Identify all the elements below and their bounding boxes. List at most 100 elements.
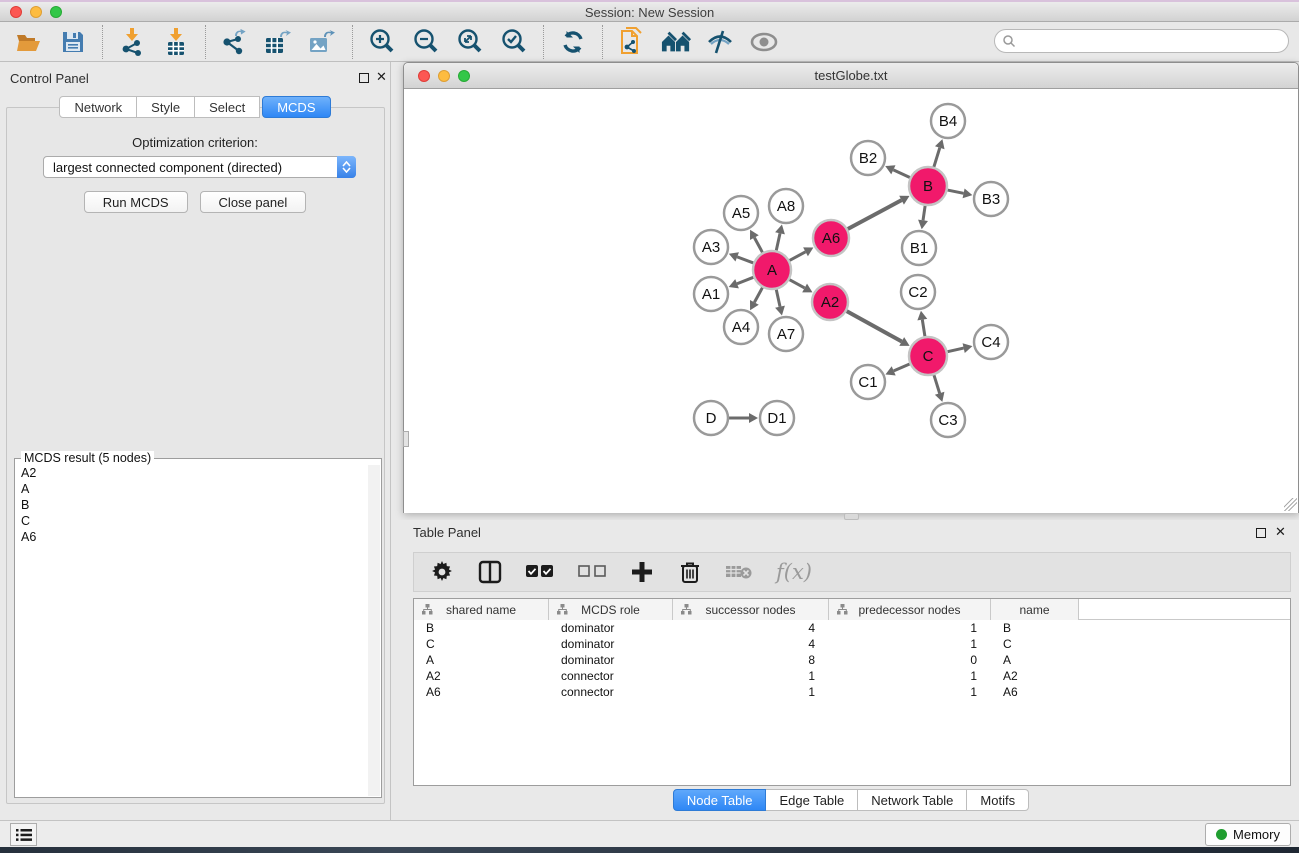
zoom-selected-icon[interactable]: [499, 27, 529, 57]
select-all-columns-icon[interactable]: [526, 559, 554, 585]
zoom-fit-icon[interactable]: [455, 27, 485, 57]
table-cell[interactable]: A2: [414, 668, 549, 684]
table-row[interactable]: Cdominator41C: [414, 636, 1290, 652]
tab-network-table[interactable]: Network Table: [858, 789, 967, 811]
horizontal-splitter-handle[interactable]: [844, 513, 859, 520]
graph-node-A1[interactable]: A1: [694, 277, 728, 311]
table-cell[interactable]: 1: [829, 636, 991, 652]
run-mcds-button[interactable]: Run MCDS: [84, 191, 188, 213]
edge-A-A4[interactable]: [754, 288, 762, 303]
table-cell[interactable]: A6: [414, 684, 549, 700]
edge-A2-C[interactable]: [847, 311, 902, 341]
column-header-shared-name[interactable]: shared name: [414, 599, 549, 620]
refresh-icon[interactable]: [558, 27, 588, 57]
zoom-in-icon[interactable]: [367, 27, 397, 57]
graph-node-B2[interactable]: B2: [851, 141, 885, 175]
table-cell[interactable]: connector: [549, 668, 673, 684]
table-row[interactable]: A2connector11A2: [414, 668, 1290, 684]
delete-icon[interactable]: [678, 559, 702, 585]
float-table-panel-icon[interactable]: [1256, 528, 1266, 538]
edge-A-A8[interactable]: [776, 233, 780, 250]
graph-node-A8[interactable]: A8: [769, 189, 803, 223]
table-cell[interactable]: A: [991, 652, 1079, 668]
graph-node-C1[interactable]: C1: [851, 365, 885, 399]
table-cell[interactable]: B: [414, 620, 549, 636]
table-cell[interactable]: 1: [829, 620, 991, 636]
table-cell[interactable]: 1: [673, 668, 829, 684]
edge-B-B1[interactable]: [923, 206, 925, 220]
graph-node-A4[interactable]: A4: [724, 310, 758, 344]
table-cell[interactable]: 1: [829, 684, 991, 700]
column-layout-icon[interactable]: [478, 559, 502, 585]
network-canvas[interactable]: B4B2BB3A5A8A6B1A3AC2A1A2A4A7C4CC1C3DD1: [404, 89, 1298, 513]
float-panel-icon[interactable]: [359, 73, 369, 83]
column-header-MCDS-role[interactable]: MCDS role: [549, 599, 673, 620]
close-panel-icon[interactable]: ✕: [376, 69, 387, 85]
table-cell[interactable]: C: [414, 636, 549, 652]
graph-node-D1[interactable]: D1: [760, 401, 794, 435]
graph-node-A3[interactable]: A3: [694, 230, 728, 264]
unselect-all-columns-icon[interactable]: [578, 559, 606, 585]
open-file-icon[interactable]: [14, 27, 44, 57]
graph-node-A6[interactable]: A6: [813, 220, 849, 256]
table-cell[interactable]: C: [991, 636, 1079, 652]
add-icon[interactable]: [630, 559, 654, 585]
column-header-predecessor-nodes[interactable]: predecessor nodes: [829, 599, 991, 620]
graph-node-D[interactable]: D: [694, 401, 728, 435]
graph-node-A7[interactable]: A7: [769, 317, 803, 351]
tab-motifs[interactable]: Motifs: [967, 789, 1029, 811]
edge-B-B2[interactable]: [893, 170, 910, 178]
network-window-titlebar[interactable]: testGlobe.txt: [404, 63, 1298, 89]
table-cell[interactable]: dominator: [549, 652, 673, 668]
graph-node-A2[interactable]: A2: [812, 284, 848, 320]
new-network-from-selection-icon[interactable]: [617, 27, 647, 57]
export-table-icon[interactable]: [264, 27, 294, 57]
tab-style[interactable]: Style: [137, 96, 195, 118]
graph-node-B[interactable]: B: [909, 167, 947, 205]
graph-node-C4[interactable]: C4: [974, 325, 1008, 359]
result-list-item[interactable]: A6: [16, 529, 368, 545]
column-header-successor-nodes[interactable]: successor nodes: [673, 599, 829, 620]
memory-button[interactable]: Memory: [1205, 823, 1291, 846]
import-network-icon[interactable]: [117, 27, 147, 57]
close-panel-button[interactable]: Close panel: [200, 191, 307, 213]
table-cell[interactable]: A: [414, 652, 549, 668]
splitter-handle[interactable]: [403, 431, 409, 447]
graph-node-B4[interactable]: B4: [931, 104, 965, 138]
graph-node-C[interactable]: C: [909, 337, 947, 375]
table-cell[interactable]: 1: [829, 668, 991, 684]
function-builder-icon[interactable]: f(x): [776, 560, 812, 584]
graph-node-C3[interactable]: C3: [931, 403, 965, 437]
import-table-icon[interactable]: [161, 27, 191, 57]
edge-B-B4[interactable]: [934, 148, 940, 167]
edge-A-A2[interactable]: [790, 280, 805, 288]
edge-C-C1[interactable]: [894, 364, 910, 371]
edge-A-A5[interactable]: [754, 238, 762, 253]
result-list-item[interactable]: A: [16, 481, 368, 497]
edge-A6-B[interactable]: [848, 200, 902, 229]
save-session-icon[interactable]: [58, 27, 88, 57]
criterion-dropdown[interactable]: largest connected component (directed): [43, 156, 356, 178]
zoom-out-icon[interactable]: [411, 27, 441, 57]
table-cell[interactable]: B: [991, 620, 1079, 636]
edge-A-A3[interactable]: [737, 257, 753, 263]
edge-C-C4[interactable]: [948, 348, 964, 352]
table-cell[interactable]: A2: [991, 668, 1079, 684]
export-image-icon[interactable]: [308, 27, 338, 57]
edge-A-A1[interactable]: [737, 277, 753, 283]
first-neighbors-icon[interactable]: [661, 27, 691, 57]
result-list-item[interactable]: A2: [16, 465, 368, 481]
edge-B-B3[interactable]: [948, 190, 964, 193]
edge-A-A7[interactable]: [776, 290, 780, 307]
gear-icon[interactable]: [430, 559, 454, 585]
task-history-button[interactable]: [10, 823, 37, 846]
tab-edge-table[interactable]: Edge Table: [766, 789, 858, 811]
graph-node-B3[interactable]: B3: [974, 182, 1008, 216]
table-row[interactable]: A6connector11A6: [414, 684, 1290, 700]
table-cell[interactable]: dominator: [549, 636, 673, 652]
delete-table-icon[interactable]: [726, 559, 752, 585]
table-cell[interactable]: dominator: [549, 620, 673, 636]
graph-node-B1[interactable]: B1: [902, 231, 936, 265]
table-cell[interactable]: 4: [673, 636, 829, 652]
hide-selected-icon[interactable]: [705, 27, 735, 57]
